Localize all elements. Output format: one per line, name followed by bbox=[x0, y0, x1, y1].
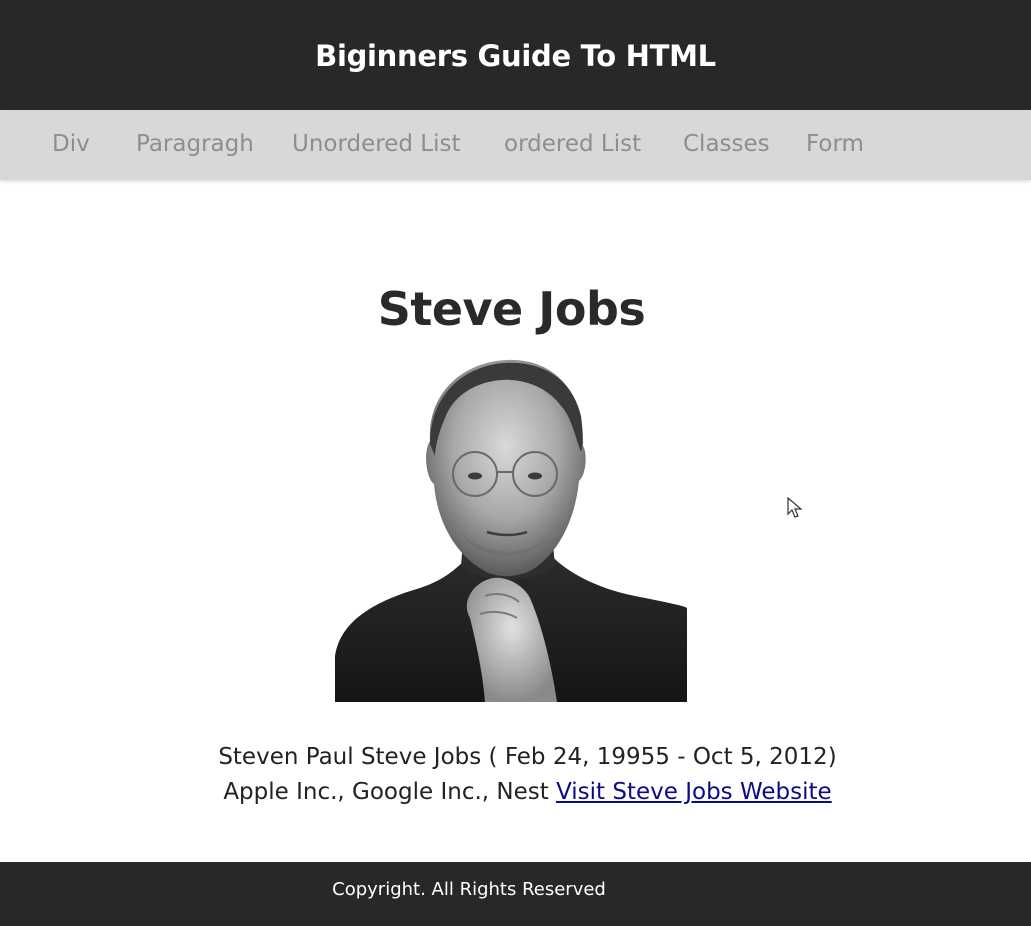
bio-text: Steven Paul Steve Jobs ( Feb 24, 19955 -… bbox=[0, 740, 1031, 810]
page-title: Steve Jobs bbox=[377, 282, 646, 336]
copyright-text: Copyright. All Rights Reserved bbox=[332, 879, 606, 900]
portrait-image bbox=[335, 359, 687, 702]
companies-text: Apple Inc., Google Inc., Nest bbox=[223, 779, 557, 805]
bio-line-companies: Apple Inc., Google Inc., Nest Visit Stev… bbox=[0, 775, 1031, 810]
site-title: Biginners Guide To HTML bbox=[315, 39, 716, 73]
nav-bar: Div Paragragh Unordered List ordered Lis… bbox=[0, 110, 1031, 180]
site-header: Biginners Guide To HTML bbox=[0, 0, 1031, 110]
nav-item-unordered-list[interactable]: Unordered List bbox=[292, 110, 461, 180]
nav-item-form[interactable]: Form bbox=[806, 110, 864, 180]
nav-item-div[interactable]: Div bbox=[52, 110, 90, 180]
mouse-cursor-icon bbox=[787, 497, 803, 518]
nav-item-ordered-list[interactable]: ordered List bbox=[504, 110, 641, 180]
bio-line-dates: Steven Paul Steve Jobs ( Feb 24, 19955 -… bbox=[218, 744, 837, 770]
nav-item-classes[interactable]: Classes bbox=[683, 110, 770, 180]
nav-item-paragraph[interactable]: Paragragh bbox=[136, 110, 254, 180]
website-link[interactable]: Visit Steve Jobs Website bbox=[556, 779, 832, 805]
site-footer: Copyright. All Rights Reserved bbox=[0, 862, 1031, 926]
